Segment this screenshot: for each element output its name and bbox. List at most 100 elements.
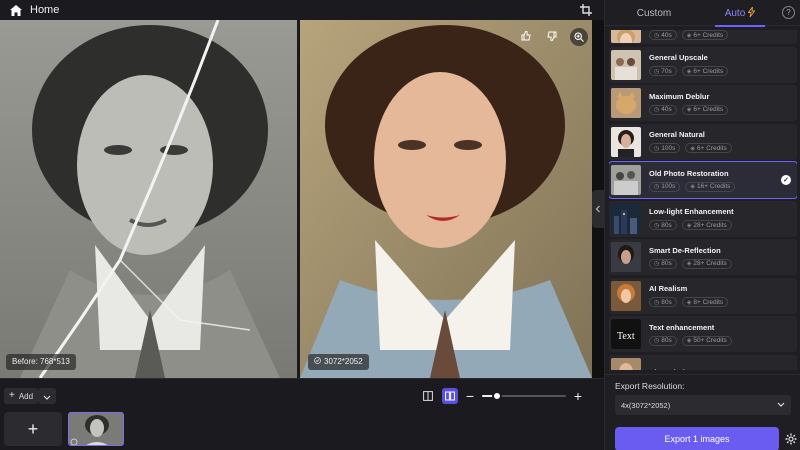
model-thumbnail bbox=[611, 88, 641, 118]
plus-icon: + bbox=[9, 390, 15, 401]
time-chip: ◷ 80s bbox=[649, 297, 677, 307]
model-option[interactable]: Old Photo Restoration ◷ 100s ◈ 16+ Credits ✓ bbox=[609, 161, 797, 199]
model-meta: ◷ 70s ◈ 6+ Credits bbox=[649, 66, 729, 76]
model-option[interactable]: Ultra Clarity 8X & 6X bbox=[609, 354, 797, 370]
clock-icon: ◷ bbox=[654, 107, 660, 113]
model-info: General Natural ◷ 100s ◈ 6+ Credits bbox=[649, 130, 732, 153]
mode-tabs: Custom Auto ? bbox=[605, 0, 800, 27]
after-image: 3072*2052 bbox=[300, 20, 592, 378]
model-name: Low-light Enhancement bbox=[649, 207, 734, 216]
clock-icon: ◷ bbox=[654, 338, 660, 344]
help-icon[interactable]: ? bbox=[782, 6, 795, 19]
crop-icon[interactable] bbox=[580, 3, 594, 17]
model-time: 80s bbox=[661, 260, 672, 267]
model-credits: 6+ Credits bbox=[696, 144, 727, 152]
model-meta: ◷ 80s ◈ 28+ Credits bbox=[649, 258, 732, 269]
thumbs-up-icon[interactable] bbox=[518, 28, 534, 44]
model-time: 80s bbox=[661, 298, 672, 306]
model-credits: 28+ Credits bbox=[693, 221, 727, 229]
image-canvas[interactable]: Before: 768*513 3072*2052 bbox=[0, 20, 604, 378]
model-meta: ◷ 80s ◈ 28+ Credits bbox=[649, 220, 734, 230]
chevron-left-icon bbox=[595, 200, 601, 218]
model-info: Old Photo Restoration ◷ 100s ◈ 16+ Credits bbox=[649, 169, 736, 192]
model-meta: ◷ 40s ◈ 6+ Credits bbox=[649, 30, 729, 40]
model-credits: 6+ Credits bbox=[693, 31, 724, 39]
clock-icon: ◷ bbox=[654, 299, 660, 306]
model-meta: ◷ 40s ◈ 6+ Credits bbox=[649, 104, 729, 115]
model-option[interactable]: Low-light Enhancement ◷ 80s ◈ 28+ Credits bbox=[609, 200, 797, 237]
credits-icon: ◈ bbox=[686, 338, 692, 344]
add-dropdown-button[interactable] bbox=[38, 388, 56, 404]
credits-icon: ◈ bbox=[686, 68, 692, 75]
model-info: Smart De-Reflection ◷ 80s ◈ 28+ Credits bbox=[649, 246, 732, 269]
credits-chip: ◈ 50+ Credits bbox=[681, 335, 732, 346]
model-option[interactable]: Text Text enhancement ◷ 80s ◈ 50+ Credits bbox=[609, 316, 797, 352]
credits-icon: ◈ bbox=[686, 261, 692, 267]
tab-auto[interactable]: Auto bbox=[703, 0, 777, 27]
model-credits: 6+ Credits bbox=[693, 106, 724, 113]
check-circle-icon bbox=[314, 354, 321, 370]
credits-chip: ◈ 28+ Credits bbox=[681, 258, 732, 269]
model-option[interactable]: ◷ 40s ◈ 6+ Credits bbox=[609, 30, 797, 44]
model-time: 40s bbox=[661, 106, 672, 113]
model-info: General Upscale ◷ 70s ◈ 6+ Credits bbox=[649, 53, 729, 76]
after-pane-tools bbox=[518, 28, 588, 46]
model-time: 80s bbox=[661, 221, 672, 229]
photo-enhancer-app: Home Before: 768*513 3072*2052 + Add + −… bbox=[0, 0, 800, 450]
model-time: 40s bbox=[661, 31, 672, 39]
model-credits: 16+ Credits bbox=[696, 183, 731, 190]
time-chip: ◷ 40s bbox=[649, 104, 677, 115]
credits-icon: ◈ bbox=[686, 107, 692, 113]
model-credits: 50+ Credits bbox=[693, 337, 727, 344]
credits-chip: ◈ 8+ Credits bbox=[681, 297, 729, 307]
model-option[interactable]: Maximum Deblur ◷ 40s ◈ 6+ Credits bbox=[609, 85, 797, 121]
after-size-badge: 3072*2052 bbox=[308, 354, 369, 370]
side-by-side-view-button[interactable] bbox=[442, 388, 458, 404]
tab-custom[interactable]: Custom bbox=[605, 0, 703, 26]
model-credits: 28+ Credits bbox=[693, 260, 727, 267]
model-option[interactable]: General Natural ◷ 100s ◈ 6+ Credits bbox=[609, 123, 797, 160]
time-chip: ◷ 100s bbox=[649, 181, 681, 192]
zoom-out-button[interactable]: − bbox=[464, 388, 476, 404]
zoom-in-button[interactable]: + bbox=[572, 388, 584, 404]
model-info: Maximum Deblur ◷ 40s ◈ 6+ Credits bbox=[649, 91, 729, 115]
add-image-button[interactable]: + bbox=[4, 412, 62, 446]
model-option[interactable]: General Upscale ◷ 70s ◈ 6+ Credits bbox=[609, 46, 797, 83]
split-view-button[interactable] bbox=[420, 388, 436, 404]
time-chip: ◷ 100s bbox=[649, 143, 681, 153]
top-bar: Home bbox=[0, 0, 604, 20]
panel-collapse-handle[interactable] bbox=[592, 190, 604, 228]
thumbnail-photo bbox=[69, 413, 123, 445]
home-label[interactable]: Home bbox=[30, 4, 59, 16]
clock-icon: ◷ bbox=[654, 32, 660, 39]
export-resolution-label: Export Resolution: bbox=[615, 381, 685, 391]
chevron-down-icon bbox=[43, 387, 51, 405]
time-chip: ◷ 70s bbox=[649, 66, 677, 76]
thumbs-down-icon[interactable] bbox=[544, 28, 560, 44]
before-size-label: Before: 768*513 bbox=[12, 357, 70, 366]
resolution-select[interactable]: 4x(3072*2052) bbox=[615, 395, 791, 415]
model-option[interactable]: AI Realism ◷ 80s ◈ 8+ Credits bbox=[609, 277, 797, 314]
model-thumbnail bbox=[611, 49, 641, 80]
zoom-in-icon[interactable] bbox=[570, 28, 588, 46]
add-label: Add bbox=[18, 391, 34, 401]
clock-icon: ◷ bbox=[654, 222, 660, 229]
credits-chip: ◈ 6+ Credits bbox=[681, 30, 729, 40]
zoom-slider-knob[interactable] bbox=[492, 391, 503, 401]
image-thumbnail[interactable] bbox=[68, 412, 124, 446]
model-name: Maximum Deblur bbox=[649, 91, 710, 101]
credits-chip: ◈ 28+ Credits bbox=[681, 220, 732, 230]
credits-icon: ◈ bbox=[686, 222, 692, 229]
model-name: Ultra Clarity 8X & 6X bbox=[649, 368, 722, 370]
credits-icon: ◈ bbox=[690, 145, 695, 152]
export-button[interactable]: Export 1 images bbox=[615, 427, 779, 450]
zoom-slider[interactable] bbox=[482, 391, 566, 401]
view-tools: − + bbox=[420, 388, 584, 404]
model-info: ◷ 40s ◈ 6+ Credits bbox=[649, 30, 729, 40]
add-button[interactable]: + Add bbox=[4, 388, 39, 404]
model-option[interactable]: Smart De-Reflection ◷ 80s ◈ 28+ Credits bbox=[609, 239, 797, 275]
gear-icon[interactable] bbox=[785, 432, 797, 445]
after-photo-illustration bbox=[300, 20, 592, 378]
model-credits: 6+ Credits bbox=[693, 67, 724, 75]
home-icon[interactable] bbox=[10, 4, 22, 16]
